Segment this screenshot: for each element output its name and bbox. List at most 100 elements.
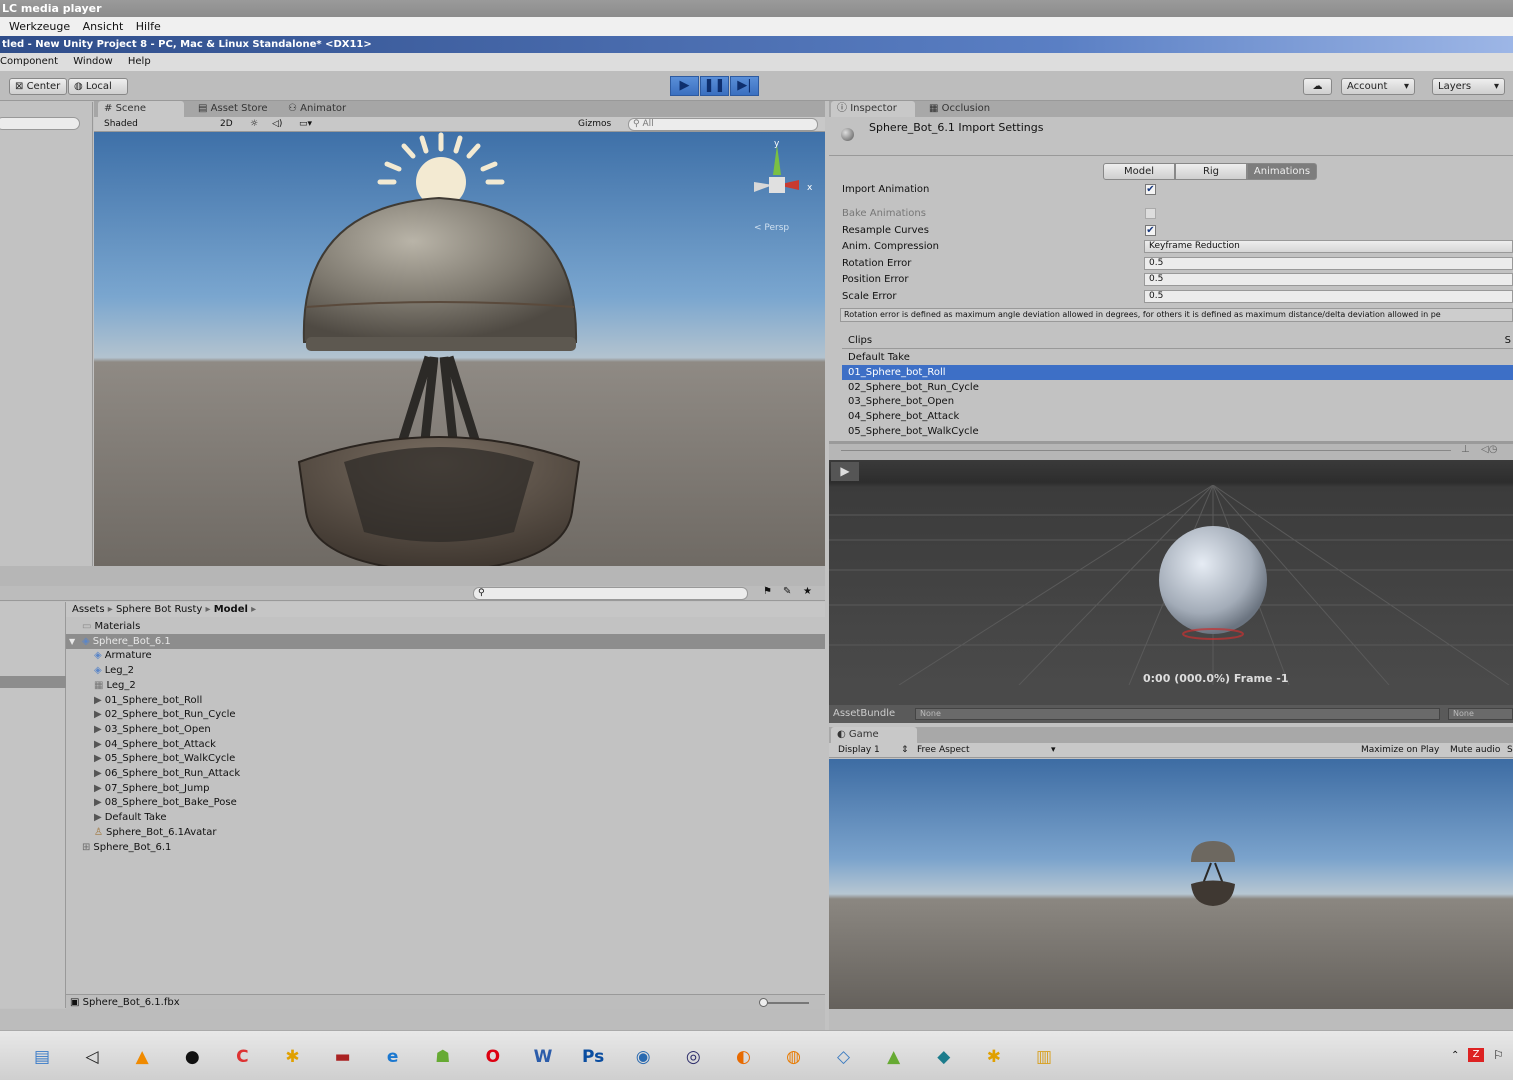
box-icon[interactable]: ◇	[823, 1038, 865, 1076]
project-item[interactable]: ▶ 07_Sphere_bot_Jump	[66, 781, 825, 796]
stats-toggle[interactable]: S	[1507, 743, 1513, 757]
folder-icon[interactable]: ▥	[1023, 1038, 1065, 1076]
aspect-dropdown[interactable]: Free Aspect	[917, 743, 970, 757]
rotation-error-input[interactable]: 0.5	[1144, 257, 1513, 270]
gizmos-dropdown[interactable]: Gizmos	[578, 117, 611, 131]
subtab-animations[interactable]: Animations	[1247, 163, 1317, 180]
scene-orientation-gizmo[interactable]: y x < Persp	[749, 140, 819, 235]
tab-animator[interactable]: ⚇ Animator	[282, 101, 362, 117]
pause-button[interactable]: ❚❚	[700, 76, 729, 96]
project-item[interactable]: ▼ ◈ Sphere_Bot_6.1	[66, 633, 825, 649]
assetbundle-dropdown[interactable]: None	[915, 708, 1440, 720]
clip-row[interactable]: Default Take	[842, 350, 1513, 365]
project-item[interactable]: ▶ 02_Sphere_bot_Run_Cycle	[66, 707, 825, 722]
project-item[interactable]: ▶ 06_Sphere_bot_Run_Attack	[66, 766, 825, 781]
light-icon[interactable]: ☼	[250, 117, 258, 131]
menu-help[interactable]: Help	[128, 56, 151, 67]
breadcrumb-assets[interactable]: Assets	[72, 604, 105, 615]
layers-dropdown[interactable]: Layers ▾	[1432, 78, 1505, 95]
game-view[interactable]	[829, 759, 1513, 1009]
project-item[interactable]: ▭ Materials	[66, 619, 825, 634]
position-error-input[interactable]: 0.5	[1144, 273, 1513, 286]
pivot-center-button[interactable]: ⊠ Center	[9, 78, 67, 95]
tray-expand-icon[interactable]: ⌃	[1451, 1050, 1459, 1061]
step-button[interactable]: ▶|	[730, 76, 759, 96]
display-dropdown[interactable]: Display 1	[838, 743, 880, 757]
icon-size-slider-handle[interactable]	[759, 998, 768, 1007]
subtab-model[interactable]: Model	[1103, 163, 1175, 180]
tab-game[interactable]: ◐ Game	[831, 727, 917, 743]
preview-play-button[interactable]: ▶	[831, 462, 859, 481]
speed-icon[interactable]: ◁◷	[1481, 444, 1497, 455]
ccleaner-icon[interactable]: C	[221, 1038, 263, 1076]
project-item[interactable]: ▶ Default Take	[66, 810, 825, 825]
clip-row[interactable]: 05_Sphere_bot_WalkCycle	[842, 424, 1513, 439]
project-item[interactable]: ▶ 04_Sphere_bot_Attack	[66, 737, 825, 752]
thunderbird-icon[interactable]: ◉	[622, 1038, 664, 1076]
account-dropdown[interactable]: Account ▾	[1341, 78, 1415, 95]
flag-icon[interactable]: ⚐	[1493, 1048, 1504, 1062]
project-item[interactable]: ▶ 05_Sphere_bot_WalkCycle	[66, 751, 825, 766]
android-studio-icon[interactable]: ▲	[873, 1038, 915, 1076]
scene-view[interactable]: y x < Persp	[94, 132, 825, 566]
local-button[interactable]: ◍ Local	[68, 78, 128, 95]
word-icon[interactable]: W	[522, 1038, 564, 1076]
mysql-icon[interactable]: ◆	[923, 1038, 965, 1076]
shading-dropdown[interactable]: Shaded	[104, 117, 138, 131]
project-item[interactable]: ♙ Sphere_Bot_6.1Avatar	[66, 825, 825, 840]
scale-error-input[interactable]: 0.5	[1144, 290, 1513, 303]
pivot-icon[interactable]: ⊥	[1461, 444, 1470, 455]
vlc-icon[interactable]: ▲	[121, 1038, 163, 1076]
resample-curves-checkbox[interactable]: ✔	[1145, 225, 1156, 236]
clip-row[interactable]: 02_Sphere_bot_Run_Cycle	[842, 380, 1513, 395]
blender-icon[interactable]: ◍	[773, 1038, 815, 1076]
tab-inspector[interactable]: ⓘ Inspector	[831, 101, 915, 117]
eclipse-icon[interactable]: ◎	[672, 1038, 714, 1076]
anim-compression-dropdown[interactable]: Keyframe Reduction	[1144, 240, 1513, 253]
preview-timeline[interactable]	[841, 450, 1451, 451]
photoshop-icon[interactable]: Ps	[572, 1038, 614, 1076]
project-item[interactable]: ◈ Armature	[66, 648, 825, 663]
expand-arrow-icon[interactable]: ▼	[69, 634, 75, 649]
scene-search-input[interactable]: ⚲ All	[628, 118, 818, 131]
tab-asset-store[interactable]: ▤ Asset Store	[192, 101, 272, 117]
import-animation-checkbox[interactable]: ✔	[1145, 184, 1156, 195]
tray-app-icon[interactable]: Z	[1468, 1048, 1484, 1062]
mute-audio-toggle[interactable]: Mute audio	[1450, 743, 1500, 757]
preview-viewport[interactable]: ▶ 0:00 (000.0%) Frame -1	[829, 460, 1513, 685]
maximize-on-play-toggle[interactable]: Maximize on Play	[1361, 743, 1439, 757]
project-item[interactable]: ▶ 08_Sphere_bot_Bake_Pose	[66, 795, 825, 810]
menu-hilfe[interactable]: Hilfe	[136, 20, 161, 33]
subtab-rig[interactable]: Rig	[1175, 163, 1247, 180]
project-tree-selection[interactable]	[0, 676, 66, 688]
tab-scene[interactable]: # Scene	[98, 101, 184, 117]
filter-type-icon[interactable]: ⚑	[763, 586, 772, 597]
effects-icon[interactable]: ▭▾	[299, 117, 312, 131]
clip-row[interactable]: 01_Sphere_bot_Roll	[842, 364, 1513, 380]
tool2-icon[interactable]: ✱	[973, 1038, 1015, 1076]
icon-size-slider[interactable]	[761, 1002, 809, 1004]
2d-toggle[interactable]: 2D	[220, 117, 233, 131]
breadcrumb-sphere-bot-rusty[interactable]: Sphere Bot Rusty	[116, 604, 202, 615]
explorer-icon[interactable]: ▤	[21, 1038, 63, 1076]
menu-window[interactable]: Window	[73, 56, 112, 67]
recorder-icon[interactable]: ▬	[322, 1038, 364, 1076]
project-search-input[interactable]: ⚲	[473, 587, 748, 600]
menu-component[interactable]: Component	[0, 56, 58, 67]
project-item[interactable]: ◈ Leg_2	[66, 663, 825, 678]
assetbundle-variant-dropdown[interactable]: None	[1448, 708, 1513, 720]
project-item[interactable]: ▶ 03_Sphere_bot_Open	[66, 722, 825, 737]
play-button[interactable]: ▶	[670, 76, 699, 96]
project-item[interactable]: ⊞ Sphere_Bot_6.1	[66, 840, 825, 855]
menu-werkzeuge[interactable]: Werkzeuge	[9, 20, 70, 33]
menu-ansicht[interactable]: Ansicht	[83, 20, 124, 33]
clip-row[interactable]: 04_Sphere_bot_Attack	[842, 409, 1513, 424]
android-icon[interactable]: ☗	[422, 1038, 464, 1076]
tab-occlusion[interactable]: ▦ Occlusion	[923, 101, 1013, 117]
bake-animations-checkbox[interactable]	[1145, 208, 1156, 219]
label-icon[interactable]: ✎	[783, 586, 791, 597]
firefox-icon[interactable]: ◐	[722, 1038, 764, 1076]
cloud-button[interactable]: ☁	[1303, 78, 1332, 95]
project-item[interactable]: ▶ 01_Sphere_bot_Roll	[66, 693, 825, 708]
opera-icon[interactable]: O	[472, 1038, 514, 1076]
